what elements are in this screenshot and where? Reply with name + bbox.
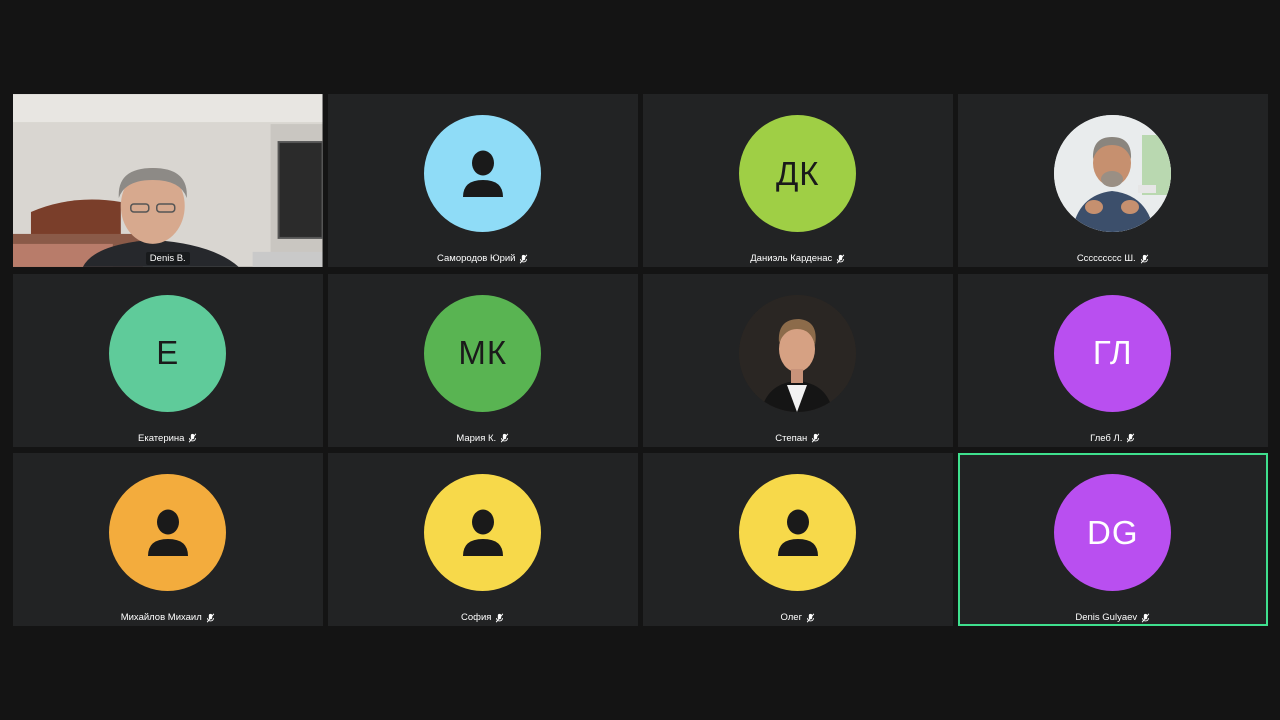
avatar-photo [739, 294, 857, 412]
participant-tile[interactable]: Михайлов Михаил [13, 453, 323, 626]
person-icon [462, 509, 503, 556]
avatar: Е [109, 294, 227, 412]
mic-muted-icon [189, 433, 197, 443]
person-icon [462, 150, 503, 197]
avatar-initials: DG [1087, 513, 1139, 551]
participant-tile[interactable]: Ссссссссс Ш. [958, 94, 1268, 267]
avatar [424, 474, 542, 591]
participant-name: Глеб Л. [1090, 432, 1123, 444]
participant-name: София [461, 612, 492, 623]
mic-muted-icon [1141, 613, 1150, 622]
mic-muted-icon [206, 613, 215, 622]
mic-muted-icon [500, 433, 509, 443]
participant-tile[interactable]: ДК Даниэль Карденас [643, 94, 953, 267]
avatar: МК [424, 294, 542, 412]
mic-muted-icon [520, 254, 528, 263]
participant-name: Степан [775, 432, 808, 444]
person-icon [147, 509, 188, 556]
participant-tile[interactable]: Степан [643, 273, 953, 447]
mic-muted-icon [806, 613, 815, 622]
avatar-initials: Е [156, 334, 180, 371]
participant-tile[interactable]: Самородов Юрий [328, 94, 638, 267]
avatar-photo [1054, 115, 1172, 232]
avatar [109, 474, 227, 591]
avatar-initials: ГЛ [1092, 334, 1133, 371]
participant-grid: Denis B. Самородов Юрий ДК Даниэль Карде… [13, 94, 1268, 626]
participant-tile[interactable]: Олег [643, 453, 953, 626]
avatar-initials: ДК [775, 154, 820, 192]
participant-name: Denis Gulyaev [1075, 612, 1138, 623]
participant-tile-video[interactable]: Denis B. [13, 94, 323, 267]
participant-tile[interactable]: София [328, 453, 638, 626]
avatar: DG [1054, 474, 1172, 591]
person-icon [777, 509, 818, 556]
avatar [424, 115, 542, 232]
mic-muted-icon [812, 433, 820, 443]
participant-tile-active-speaker[interactable]: DG Denis Gulyaev [958, 453, 1268, 626]
participant-name: Олег [780, 612, 803, 623]
mic-muted-icon [1127, 433, 1135, 443]
participant-name: Екатерина [138, 432, 185, 444]
participant-video [13, 94, 323, 267]
mic-muted-icon [837, 254, 845, 263]
participant-name: Самородов Юрий [437, 253, 516, 264]
participant-tile[interactable]: МК Мария К. [328, 273, 638, 447]
participant-name: Мария К. [456, 432, 497, 444]
avatar [739, 474, 857, 591]
participant-name: Ссссссссс Ш. [1076, 253, 1136, 264]
avatar: ДК [739, 115, 857, 232]
participant-name: Даниэль Карденас [750, 253, 833, 264]
participant-name: Михайлов Михаил [120, 612, 202, 623]
participant-tile[interactable]: Е Екатерина [13, 273, 323, 447]
avatar-photo-image [739, 294, 857, 412]
avatar: ГЛ [1054, 294, 1172, 412]
mic-muted-icon [496, 613, 504, 622]
avatar-photo-image [1054, 115, 1172, 232]
avatar-initials: МК [458, 334, 508, 371]
mic-muted-icon [1140, 254, 1148, 263]
participant-name: Denis B. [145, 252, 190, 265]
participant-tile[interactable]: ГЛ Глеб Л. [958, 273, 1268, 447]
